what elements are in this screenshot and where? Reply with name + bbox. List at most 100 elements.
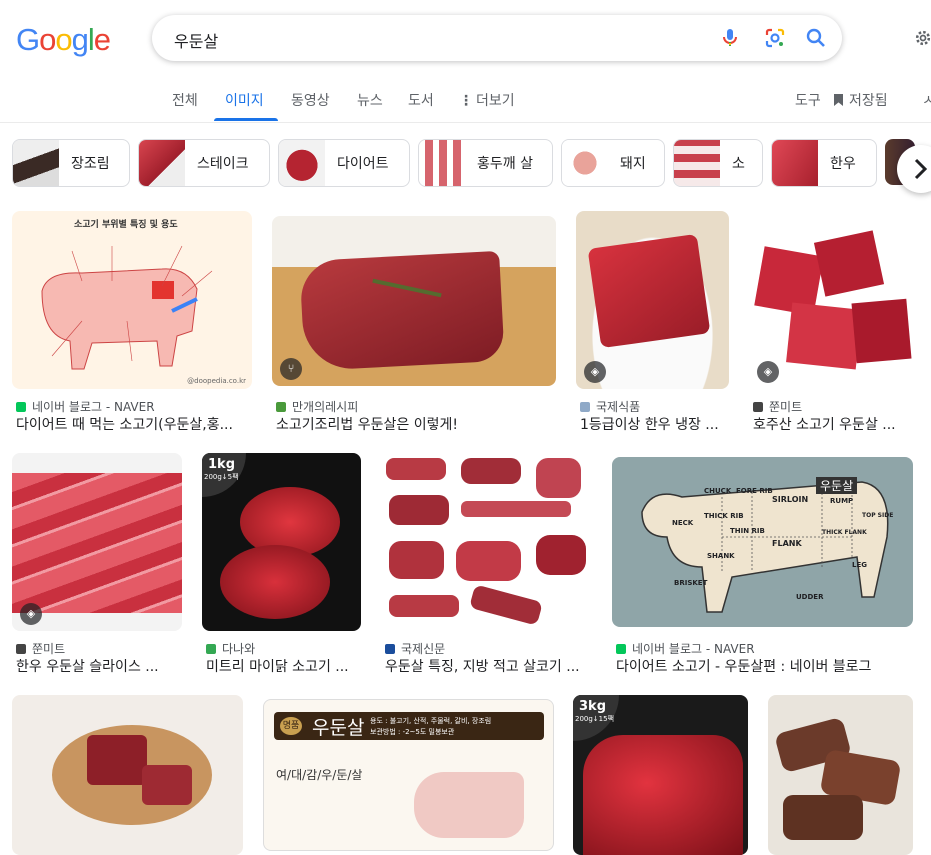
cut-label: UDDER — [796, 593, 824, 601]
meat-cube — [851, 298, 912, 364]
cut-label: CHUCK — [704, 487, 732, 495]
chip-hanwoo[interactable]: 한우 — [771, 139, 877, 187]
chip-hongdukkae[interactable]: 홍두깨 살 — [418, 139, 553, 187]
result-image[interactable]: CHUCK FORE RIB SIRLOIN RUMP TOP SIDE NEC… — [612, 457, 913, 627]
store-favicon — [16, 644, 26, 654]
result-image[interactable]: ◈ — [576, 211, 729, 389]
result-image[interactable]: 소고기 부위별 특징 및 용도 @doopedia.co.kr — [12, 211, 252, 389]
safesearch-overflow[interactable]: ㅅ — [922, 90, 931, 110]
source-label: 쭌미트 — [32, 642, 66, 656]
result-source[interactable]: 네이버 블로그 - NAVER — [616, 640, 755, 657]
chip-diet[interactable]: 다이어트 — [278, 139, 410, 187]
recipe-favicon — [276, 402, 286, 412]
chip-label: 돼지 — [620, 156, 646, 172]
active-tab-indicator — [214, 118, 278, 121]
tab-news[interactable]: 뉴스 — [357, 90, 383, 110]
search-icon[interactable] — [804, 26, 828, 50]
result-title[interactable]: 우둔살 특징, 지방 적고 살코기 ... — [385, 656, 592, 676]
cut-piece — [536, 535, 586, 575]
result-source[interactable]: 네이버 블로그 - NAVER — [16, 398, 155, 415]
danawa-favicon — [206, 644, 216, 654]
saved-button[interactable]: 저장됨 — [834, 90, 888, 110]
chips-next-button[interactable] — [897, 145, 931, 193]
tab-videos[interactable]: 동영상 — [291, 90, 330, 110]
settings-gear-icon[interactable] — [913, 27, 931, 49]
product-tag-icon: ◈ — [584, 361, 606, 383]
store-favicon — [580, 402, 590, 412]
bookmark-icon — [834, 94, 843, 106]
store-favicon — [753, 402, 763, 412]
logo-letter: e — [93, 22, 111, 57]
poster-badge: 명품 — [280, 717, 302, 735]
tab-books[interactable]: 도서 — [408, 90, 434, 110]
cut-piece — [536, 458, 581, 498]
chip-label: 홍두깨 살 — [477, 156, 533, 172]
result-image[interactable]: 명품 우둔살 용도 : 불고기, 산적, 주물럭, 갈비, 장조림 보관방법 :… — [263, 699, 554, 851]
search-box[interactable]: 우둔살 — [152, 15, 842, 61]
tools-button[interactable]: 도구 — [795, 90, 821, 110]
cow-outline-diagram — [641, 481, 889, 613]
chip-label: 스테이크 — [197, 156, 249, 172]
result-title[interactable]: 소고기조리법 우둔살은 이렇게! — [276, 414, 558, 434]
chevron-right-icon — [914, 158, 928, 180]
tab-all[interactable]: 전체 — [172, 90, 198, 110]
poster-storage: 보관방법 : -2~5도 밀봉보관 — [370, 728, 455, 736]
weight-badge: 3kg 200g↓15팩 — [573, 695, 619, 741]
chip-beef[interactable]: 소 — [673, 139, 763, 187]
result-title[interactable]: 1등급이상 한우 냉장 ... — [580, 414, 730, 434]
result-image[interactable]: 1kg 200g↓5팩 — [202, 453, 361, 631]
result-title[interactable]: 다이어트 소고기 - 우둔살편 : 네이버 블로그 — [616, 656, 913, 676]
google-lens-icon[interactable] — [763, 26, 787, 50]
result-title[interactable]: 호주산 소고기 우둔살 ... — [753, 414, 913, 434]
cow-cut-diagram — [41, 245, 213, 370]
result-title[interactable]: 미트리 마이닭 소고기 ... — [206, 656, 362, 676]
result-source[interactable]: 쭌미트 — [753, 398, 802, 415]
chip-thumbnail — [13, 140, 59, 186]
result-title[interactable]: 한우 우둔살 슬라이스 ... — [16, 656, 184, 676]
result-image[interactable] — [12, 695, 243, 855]
chip-thumbnail — [139, 140, 185, 186]
chip-jangjorim[interactable]: 장조림 — [12, 139, 130, 187]
chip-thumbnail — [279, 140, 325, 186]
result-source[interactable]: 국제신문 — [385, 640, 445, 657]
weight-label: 3kg — [579, 699, 606, 714]
google-logo[interactable]: Google — [16, 22, 111, 58]
result-image[interactable] — [768, 695, 913, 855]
result-image[interactable]: ◈ — [12, 453, 182, 631]
news-favicon — [385, 644, 395, 654]
chip-pork[interactable]: 돼지 — [561, 139, 665, 187]
result-image[interactable]: ◈ — [749, 211, 913, 389]
product-tag-icon: ◈ — [20, 603, 42, 625]
result-source[interactable]: 국제식품 — [580, 398, 640, 415]
logo-letter: g — [71, 22, 89, 57]
microphone-icon[interactable] — [718, 26, 742, 50]
chip-steak[interactable]: 스테이크 — [138, 139, 270, 187]
result-image[interactable]: 3kg 200g↓15팩 — [573, 695, 748, 855]
cut-piece — [386, 458, 446, 480]
header-divider — [0, 122, 931, 123]
chip-label: 다이어트 — [337, 156, 389, 172]
tab-images[interactable]: 이미지 — [225, 90, 264, 110]
search-input[interactable]: 우둔살 — [174, 28, 218, 52]
chip-label: 한우 — [830, 156, 856, 172]
result-source[interactable]: 다나와 — [206, 640, 255, 657]
result-image[interactable]: ⑂ — [272, 216, 556, 386]
source-label: 다나와 — [222, 642, 256, 656]
result-title[interactable]: 다이어트 때 먹는 소고기(우둔살,홍... — [16, 414, 252, 434]
source-label: 네이버 블로그 - NAVER — [32, 400, 155, 414]
cut-piece — [389, 595, 459, 617]
cut-piece — [461, 501, 571, 517]
cut-piece — [389, 495, 449, 525]
weight-sub-label: 200g↓5팩 — [204, 473, 239, 481]
cut-label: NECK — [672, 519, 694, 527]
result-source[interactable]: 쭌미트 — [16, 640, 65, 657]
chip-label: 소 — [732, 156, 745, 172]
result-source[interactable]: 만개의레시피 — [276, 398, 358, 415]
source-label: 쭌미트 — [769, 400, 803, 414]
cut-label: THIN RIB — [730, 527, 765, 535]
grilled-steak — [783, 795, 863, 840]
chip-thumbnail — [772, 140, 818, 186]
tab-more[interactable]: ⋮ 더보기 — [459, 90, 515, 110]
result-image[interactable] — [381, 453, 592, 631]
cut-label: THICK FLANK — [822, 529, 867, 536]
